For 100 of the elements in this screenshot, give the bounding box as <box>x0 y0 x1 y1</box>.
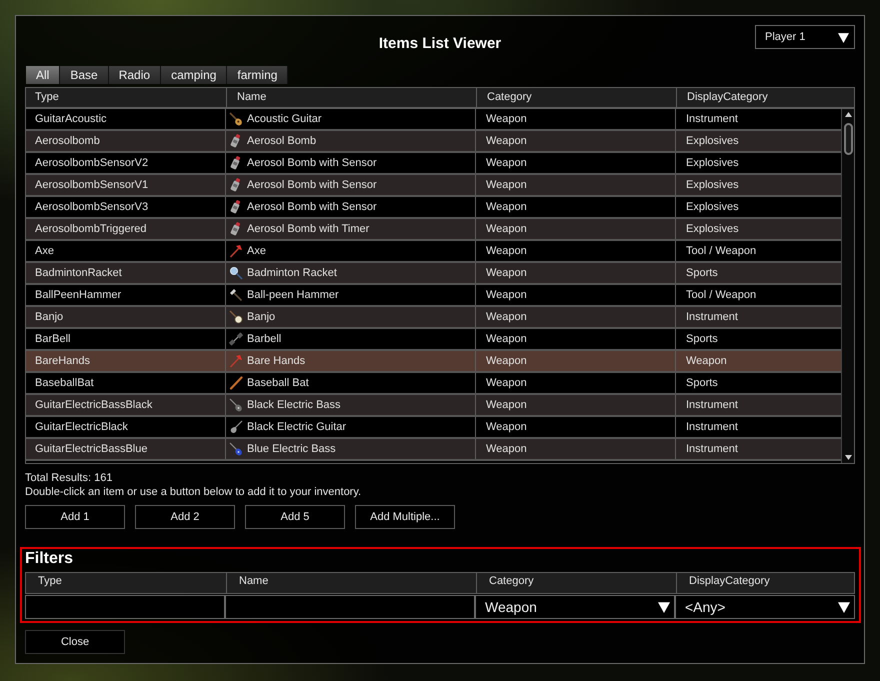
table-row[interactable]: Banjo Banjo Weapon Instrument <box>26 307 841 329</box>
table-row[interactable]: BadmintonRacket Badminton Racket Weapon Sports <box>26 263 841 285</box>
table-row[interactable]: BareHands Bare Hands Weapon Weapon <box>26 351 841 373</box>
item-name: Black Electric Guitar <box>247 420 346 435</box>
table-cell: Weapon <box>475 395 675 415</box>
caret-icon <box>838 32 849 42</box>
table-row[interactable]: Axe Axe Weapon Tool / Weapon <box>26 241 841 263</box>
spray-can-icon <box>229 222 243 236</box>
caret-icon <box>658 601 670 613</box>
table-cell-text: GuitarAcoustic <box>34 112 108 127</box>
caret-icon <box>838 601 850 613</box>
spray-can-icon <box>229 178 243 192</box>
tab[interactable]: Radio <box>108 66 162 84</box>
table-row[interactable]: AerosolbombSensorV1 Aerosol Bomb with Sensor Weapon Explosives <box>26 175 841 197</box>
table-cell-text: BareHands <box>34 354 92 369</box>
table-row[interactable]: AerosolbombSensorV2 Aerosol Bomb with Sensor Weapon Explosives <box>26 153 841 175</box>
player-dropdown[interactable]: Player 1 <box>755 25 855 49</box>
table-row[interactable]: GuitarAcoustic Acoustic Guitar Weapon Instrument <box>26 109 841 131</box>
item-name: Black Electric Bass <box>247 398 341 413</box>
scroll-up-icon[interactable] <box>844 112 852 117</box>
bat-icon <box>229 376 243 390</box>
filters-title: Filters <box>25 549 74 569</box>
table-cell-text: GuitarElectricBassBlue <box>34 442 148 457</box>
table-row[interactable]: GuitarElectricBassBlue Blue Electric Bass Weapon Instrument <box>26 439 841 461</box>
table-row[interactable]: BaseballBat Baseball Bat Weapon Sports <box>26 373 841 395</box>
table-cell-text: GuitarElectricBlack <box>34 420 129 435</box>
spray-can-icon <box>229 156 243 170</box>
electric-guitar-icon <box>229 420 243 434</box>
table-row[interactable]: BarBell Barbell Weapon Sports <box>26 329 841 351</box>
item-name: Banjo <box>247 310 276 325</box>
close-button[interactable]: Close <box>25 630 125 654</box>
table-cell: Weapon <box>475 263 675 283</box>
table-cell-text: Banjo <box>34 310 64 325</box>
table-row[interactable]: GuitarElectricBassBlack Black Electric Bass Weapon Instrument <box>26 395 841 417</box>
add-button[interactable]: Add 1 <box>25 505 125 529</box>
table-row[interactable]: Aerosolbomb Aerosol Bomb Weapon Explosives <box>26 131 841 153</box>
axe-icon <box>229 354 243 368</box>
table-cell-text: BaseballBat <box>34 376 95 391</box>
racket-icon <box>229 266 243 280</box>
table-row[interactable]: AerosolbombSensorV3 Aerosol Bomb with Sensor Weapon Explosives <box>26 197 841 219</box>
table-cell-text: BarBell <box>34 332 72 347</box>
filter-column-header: Category <box>476 573 676 593</box>
filter-column-header: Name <box>226 573 476 593</box>
table-cell: Weapon <box>475 131 675 151</box>
table-row[interactable]: BallPeenHammer Ball-peen Hammer Weapon Tool / Weapon <box>26 285 841 307</box>
table-cell-text: AerosolbombTriggered <box>34 222 148 237</box>
bass-guitar-icon <box>229 442 243 456</box>
table-cell: Weapon <box>475 175 675 195</box>
filter-dropdown[interactable]: <Any> <box>675 595 855 619</box>
tab[interactable]: camping <box>161 66 228 84</box>
table-cell: Weapon <box>475 241 675 261</box>
column-header[interactable]: DisplayCategory <box>676 88 856 107</box>
filter-column-header: DisplayCategory <box>676 573 856 593</box>
column-header[interactable]: Category <box>476 88 676 107</box>
table-cell-text: BallPeenHammer <box>34 288 122 303</box>
filter-input-field[interactable] <box>25 595 225 619</box>
tab[interactable]: Base <box>60 66 109 84</box>
filter-dropdown[interactable]: Weapon <box>475 595 675 619</box>
table-cell-text: Axe <box>34 244 55 259</box>
table-cell: Weapon <box>475 285 675 305</box>
column-header[interactable]: Name <box>226 88 476 107</box>
table-cell: Weapon <box>475 351 675 371</box>
table-cell: Weapon <box>475 153 675 173</box>
item-name: Aerosol Bomb with Sensor <box>247 200 377 215</box>
item-name: Ball-peen Hammer <box>247 288 339 303</box>
window-title: Items List Viewer <box>378 35 502 53</box>
filter-input-field[interactable] <box>225 595 475 619</box>
table-cell: Weapon <box>475 197 675 217</box>
axe-icon <box>229 244 243 258</box>
add-button[interactable]: Add 2 <box>135 505 235 529</box>
spray-can-icon <box>229 134 243 148</box>
table-cell: Weapon <box>475 219 675 239</box>
table-row[interactable]: AerosolbombTriggered Aerosol Bomb with Timer Weapon Explosives <box>26 219 841 241</box>
table-cell-text: AerosolbombSensorV2 <box>34 156 150 171</box>
barbell-icon <box>229 332 243 346</box>
guitar-icon <box>229 112 243 126</box>
table-cell: Weapon <box>475 439 675 459</box>
tab[interactable]: All <box>26 66 60 84</box>
add-button[interactable]: Add 5 <box>245 505 345 529</box>
item-name: Axe <box>247 244 266 259</box>
total-results: Total Results: 161 <box>25 471 114 485</box>
table-cell-text: BadmintonRacket <box>34 266 123 281</box>
item-name: Aerosol Bomb with Timer <box>247 222 370 237</box>
scroll-down-icon[interactable] <box>844 455 852 460</box>
item-name: Barbell <box>247 332 282 347</box>
item-name: Aerosol Bomb <box>247 134 316 149</box>
filter-column-header: Type <box>37 574 63 589</box>
add-button[interactable]: Add Multiple... <box>355 505 455 529</box>
tab[interactable]: farming <box>227 66 288 84</box>
item-name: Acoustic Guitar <box>247 112 322 127</box>
table-cell: Weapon <box>475 307 675 327</box>
table-cell: Weapon <box>475 373 675 393</box>
table-row[interactable]: GuitarElectricBlack Black Electric Guitar Weapon Instrument <box>26 417 841 439</box>
scrollbar-thumb[interactable] <box>844 123 852 155</box>
table-cell-text: GuitarElectricBassBlack <box>34 398 154 413</box>
item-name: Bare Hands <box>247 354 306 369</box>
column-header[interactable]: Type <box>26 88 226 107</box>
table-cell: Weapon <box>475 109 675 129</box>
table-cell: Weapon <box>475 329 675 349</box>
scrollbar[interactable] <box>841 109 854 463</box>
